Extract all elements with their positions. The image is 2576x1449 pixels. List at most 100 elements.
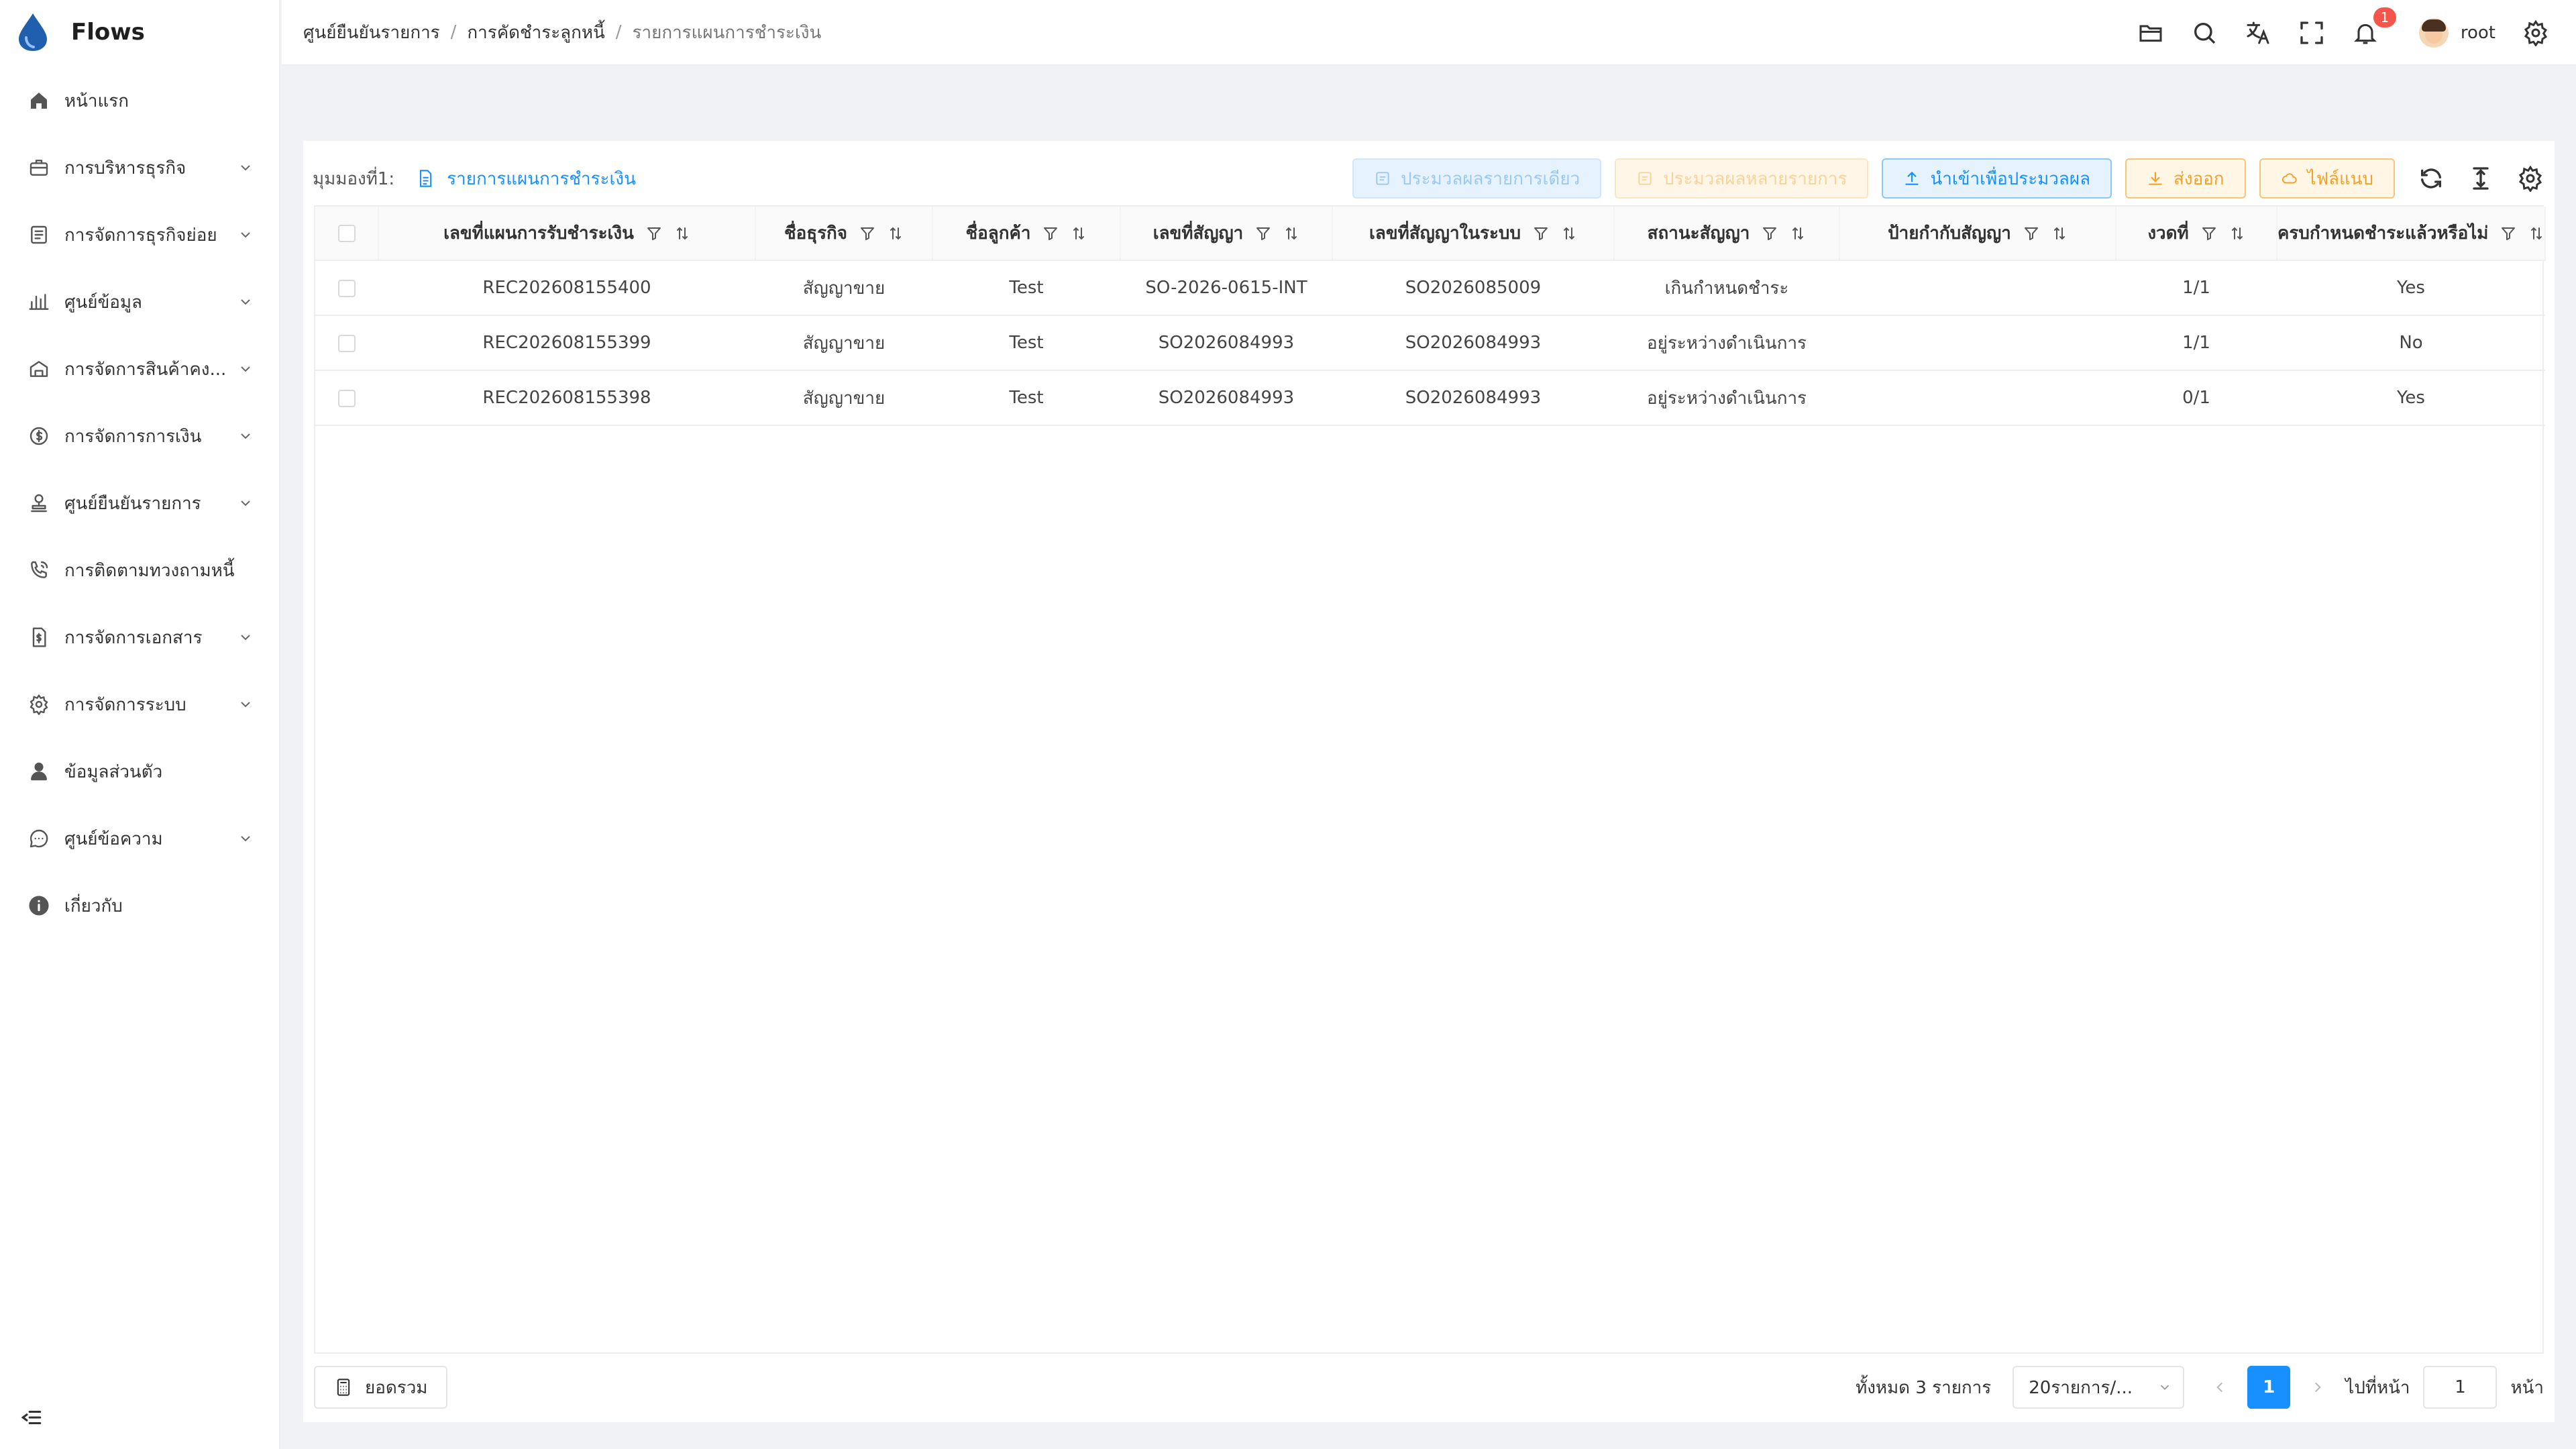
app-logo[interactable]: Flows bbox=[15, 12, 145, 52]
column-header-9[interactable]: ครบกำหนดชำระแล้วหรือไม่ bbox=[2277, 207, 2546, 261]
search-icon[interactable] bbox=[2191, 19, 2218, 46]
sidebar-item-12[interactable]: ศูนย์ข้อความ bbox=[0, 805, 280, 872]
row-checkbox[interactable] bbox=[338, 334, 356, 352]
column-header-6[interactable]: สถานะสัญญา bbox=[1614, 207, 1840, 261]
summary-button[interactable]: ยอดรวม bbox=[314, 1366, 448, 1409]
page-unit-label: หน้า bbox=[2510, 1377, 2544, 1398]
next-page-icon[interactable] bbox=[2309, 1379, 2326, 1396]
gear-icon[interactable] bbox=[2522, 19, 2549, 46]
dollar-circle-icon bbox=[30, 427, 48, 445]
process-multiple-button[interactable]: ประมวลผลหลายรายการ bbox=[1615, 158, 1869, 199]
table-cell: REC202608155398 bbox=[378, 370, 755, 426]
download-icon bbox=[2149, 172, 2162, 185]
column-height-icon[interactable] bbox=[2467, 165, 2494, 192]
chevron-down-icon bbox=[241, 702, 250, 708]
sort-icon[interactable] bbox=[2229, 225, 2245, 241]
goto-label: ไปที่หน้า bbox=[2345, 1377, 2410, 1398]
sidebar-item-8[interactable]: การติดตามทวงถามหนี้ bbox=[0, 537, 280, 604]
filter-icon[interactable] bbox=[859, 225, 875, 241]
sidebar-item-label: เกี่ยวกับ bbox=[64, 896, 123, 916]
notification-badge: 1 bbox=[2373, 7, 2396, 28]
sort-icon[interactable] bbox=[2528, 225, 2544, 241]
refresh-icon[interactable] bbox=[2418, 165, 2445, 192]
filter-icon[interactable] bbox=[2201, 225, 2217, 241]
sidebar-item-label: ศูนย์ยืนยันรายการ bbox=[64, 493, 201, 514]
row-checkbox[interactable] bbox=[338, 279, 356, 297]
view-name: รายการแผนการชำระเงิน bbox=[447, 168, 636, 189]
import-process-button[interactable]: นำเข้าเพื่อประมวลผล bbox=[1882, 158, 2112, 199]
process-single-button[interactable]: ประมวลผลรายการเดียว bbox=[1352, 158, 1602, 199]
column-header-4[interactable]: เลขที่สัญญา bbox=[1120, 207, 1333, 261]
breadcrumb-item-1[interactable]: ศูนย์ยืนยันรายการ bbox=[303, 19, 440, 46]
sidebar-item-1[interactable]: หน้าแรก bbox=[0, 67, 280, 134]
column-header-2[interactable]: ชื่อธุรกิจ bbox=[755, 207, 933, 261]
table-row[interactable]: REC202608155398 สัญญาขาย Test SO2026084993 S… bbox=[315, 370, 2545, 426]
user-icon bbox=[31, 762, 47, 781]
sort-icon[interactable] bbox=[2051, 225, 2068, 241]
filter-icon[interactable] bbox=[646, 225, 662, 241]
chevron-down-icon bbox=[241, 836, 250, 842]
fullscreen-icon[interactable] bbox=[2298, 19, 2325, 46]
sidebar-item-7[interactable]: ศูนย์ยืนยันรายการ bbox=[0, 470, 280, 537]
top-header: ศูนย์ยืนยันรายการ / การคัดชำระลูกหนี้ / … bbox=[282, 0, 2576, 66]
sidebar-item-6[interactable]: การจัดการการเงิน bbox=[0, 402, 280, 470]
sort-icon[interactable] bbox=[674, 225, 690, 241]
select-all-checkbox[interactable] bbox=[337, 225, 356, 242]
filter-icon[interactable] bbox=[1762, 225, 1778, 241]
warehouse-icon bbox=[30, 361, 48, 377]
sidebar-item-3[interactable]: การจัดการธุรกิจย่อย bbox=[0, 201, 280, 268]
sidebar-item-13[interactable]: เกี่ยวกับ bbox=[0, 872, 280, 939]
table-cell bbox=[1839, 260, 2116, 316]
filter-icon[interactable] bbox=[1255, 225, 1271, 241]
info-icon bbox=[29, 896, 49, 916]
sort-icon[interactable] bbox=[1561, 225, 1577, 241]
chevron-down-icon bbox=[241, 165, 250, 171]
chevron-down-icon bbox=[241, 433, 250, 439]
sidebar-item-11[interactable]: ข้อมูลส่วนตัว bbox=[0, 738, 280, 805]
export-button[interactable]: ส่งออก bbox=[2125, 158, 2246, 199]
filter-icon[interactable] bbox=[2023, 225, 2039, 241]
filter-icon[interactable] bbox=[1042, 225, 1059, 241]
pagination: ทั้งหมด 3 รายการ 20รายการ/... 1 ไปที่หน้… bbox=[1856, 1366, 2544, 1409]
filter-icon[interactable] bbox=[2500, 225, 2516, 241]
sidebar-item-5[interactable]: การจัดการสินค้าคง... bbox=[0, 335, 280, 402]
column-header-3[interactable]: ชื่อลูกค้า bbox=[932, 207, 1121, 261]
phone-call-icon bbox=[31, 561, 48, 578]
table-row[interactable]: REC202608155399 สัญญาขาย Test SO2026084993 S… bbox=[315, 315, 2545, 371]
user-menu[interactable]: root bbox=[2418, 18, 2496, 48]
table-cell: สัญญาขาย bbox=[755, 370, 932, 426]
document-list-icon bbox=[31, 225, 47, 244]
attachment-button[interactable]: ไฟล์แนบ bbox=[2259, 158, 2395, 199]
column-header-8[interactable]: งวดที่ bbox=[2116, 207, 2277, 261]
column-header-5[interactable]: เลขที่สัญญาในระบบ bbox=[1332, 207, 1615, 261]
notification-button[interactable]: 1 bbox=[2352, 7, 2396, 46]
folder-icon[interactable] bbox=[2137, 19, 2164, 46]
translate-icon[interactable] bbox=[2245, 19, 2271, 46]
sidebar-item-10[interactable]: การจัดการระบบ bbox=[0, 671, 280, 738]
select-all-header bbox=[315, 207, 379, 261]
bell-icon bbox=[2353, 23, 2377, 44]
table-cell bbox=[1839, 315, 2116, 371]
content-card: มุมมองที่1: รายการแผนการชำระเงิน ประมวลผ… bbox=[303, 141, 2555, 1422]
row-checkbox[interactable] bbox=[338, 389, 356, 407]
breadcrumb-item-2[interactable]: การคัดชำระลูกหนี้ bbox=[467, 19, 604, 46]
sort-icon[interactable] bbox=[1283, 225, 1299, 241]
prev-page-icon[interactable] bbox=[2211, 1379, 2229, 1396]
sidebar-item-9[interactable]: การจัดการเอกสาร bbox=[0, 604, 280, 671]
settings-icon[interactable] bbox=[2517, 165, 2544, 192]
collapse-sidebar-icon[interactable] bbox=[20, 1406, 43, 1429]
goto-page-input[interactable]: 1 bbox=[2423, 1366, 2498, 1409]
table-row[interactable]: REC202608155400 สัญญาขาย Test SO-2026-0615-… bbox=[315, 260, 2545, 316]
sort-icon[interactable] bbox=[1790, 225, 1806, 241]
sidebar-item-label: ข้อมูลส่วนตัว bbox=[64, 761, 163, 782]
view-selector[interactable]: รายการแผนการชำระเงิน bbox=[416, 165, 636, 193]
filter-icon[interactable] bbox=[1533, 225, 1549, 241]
column-header-7[interactable]: ป้ายกำกับสัญญา bbox=[1839, 207, 2116, 261]
page-1-button[interactable]: 1 bbox=[2247, 1366, 2291, 1409]
sidebar-item-2[interactable]: การบริหารธุรกิจ bbox=[0, 134, 280, 201]
sort-icon[interactable] bbox=[1071, 225, 1087, 241]
page-size-select[interactable]: 20รายการ/... bbox=[2012, 1366, 2185, 1409]
sidebar-item-4[interactable]: ศูนย์ข้อมูล bbox=[0, 268, 280, 335]
sort-icon[interactable] bbox=[888, 225, 904, 241]
column-header-1[interactable]: เลขที่แผนการรับชำระเงิน bbox=[378, 207, 756, 261]
